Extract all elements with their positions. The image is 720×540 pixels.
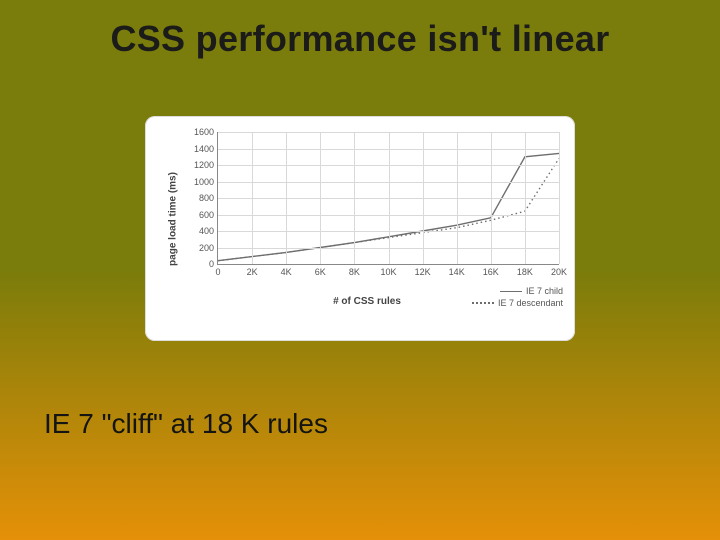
y-tick: 1400 (194, 144, 214, 154)
gridline-v (389, 132, 390, 264)
x-tick: 14K (449, 267, 465, 277)
y-axis-label: page load time (ms) (168, 172, 179, 266)
x-tick: 18K (517, 267, 533, 277)
chart-plot: 0200400600800100012001400160002K4K6K8K10… (217, 132, 559, 265)
y-tick: 1200 (194, 160, 214, 170)
x-tick: 2K (247, 267, 258, 277)
x-tick: 0 (215, 267, 220, 277)
gridline-v (559, 132, 560, 264)
y-tick: 400 (199, 226, 214, 236)
y-tick: 800 (199, 193, 214, 203)
legend-label: IE 7 descendant (498, 297, 563, 309)
slide-caption: IE 7 "cliff" at 18 K rules (44, 408, 328, 440)
y-tick: 0 (209, 259, 214, 269)
gridline-v (252, 132, 253, 264)
gridline-v (286, 132, 287, 264)
gridline-v (491, 132, 492, 264)
legend-row: IE 7 child (472, 285, 563, 297)
gridline-v (354, 132, 355, 264)
legend-swatch-dotted (472, 302, 494, 304)
gridline-v (320, 132, 321, 264)
slide: CSS performance isn't linear page load t… (0, 0, 720, 540)
y-tick: 200 (199, 243, 214, 253)
x-tick: 8K (349, 267, 360, 277)
legend-label: IE 7 child (526, 285, 563, 297)
x-tick: 6K (315, 267, 326, 277)
gridline-v (525, 132, 526, 264)
gridline-v (457, 132, 458, 264)
x-tick: 4K (281, 267, 292, 277)
x-tick: 20K (551, 267, 567, 277)
x-axis-label: # of CSS rules (333, 296, 401, 307)
legend-swatch-solid (500, 291, 522, 292)
chart-area: page load time (ms) # of CSS rules 02004… (169, 126, 565, 311)
x-tick: 16K (483, 267, 499, 277)
y-tick: 1600 (194, 127, 214, 137)
y-tick: 600 (199, 210, 214, 220)
chart-legend: IE 7 child IE 7 descendant (472, 285, 563, 309)
gridline-v (423, 132, 424, 264)
y-tick: 1000 (194, 177, 214, 187)
chart-card: page load time (ms) # of CSS rules 02004… (145, 116, 575, 341)
x-tick: 12K (415, 267, 431, 277)
x-tick: 10K (380, 267, 396, 277)
slide-title: CSS performance isn't linear (0, 18, 720, 60)
legend-row: IE 7 descendant (472, 297, 563, 309)
